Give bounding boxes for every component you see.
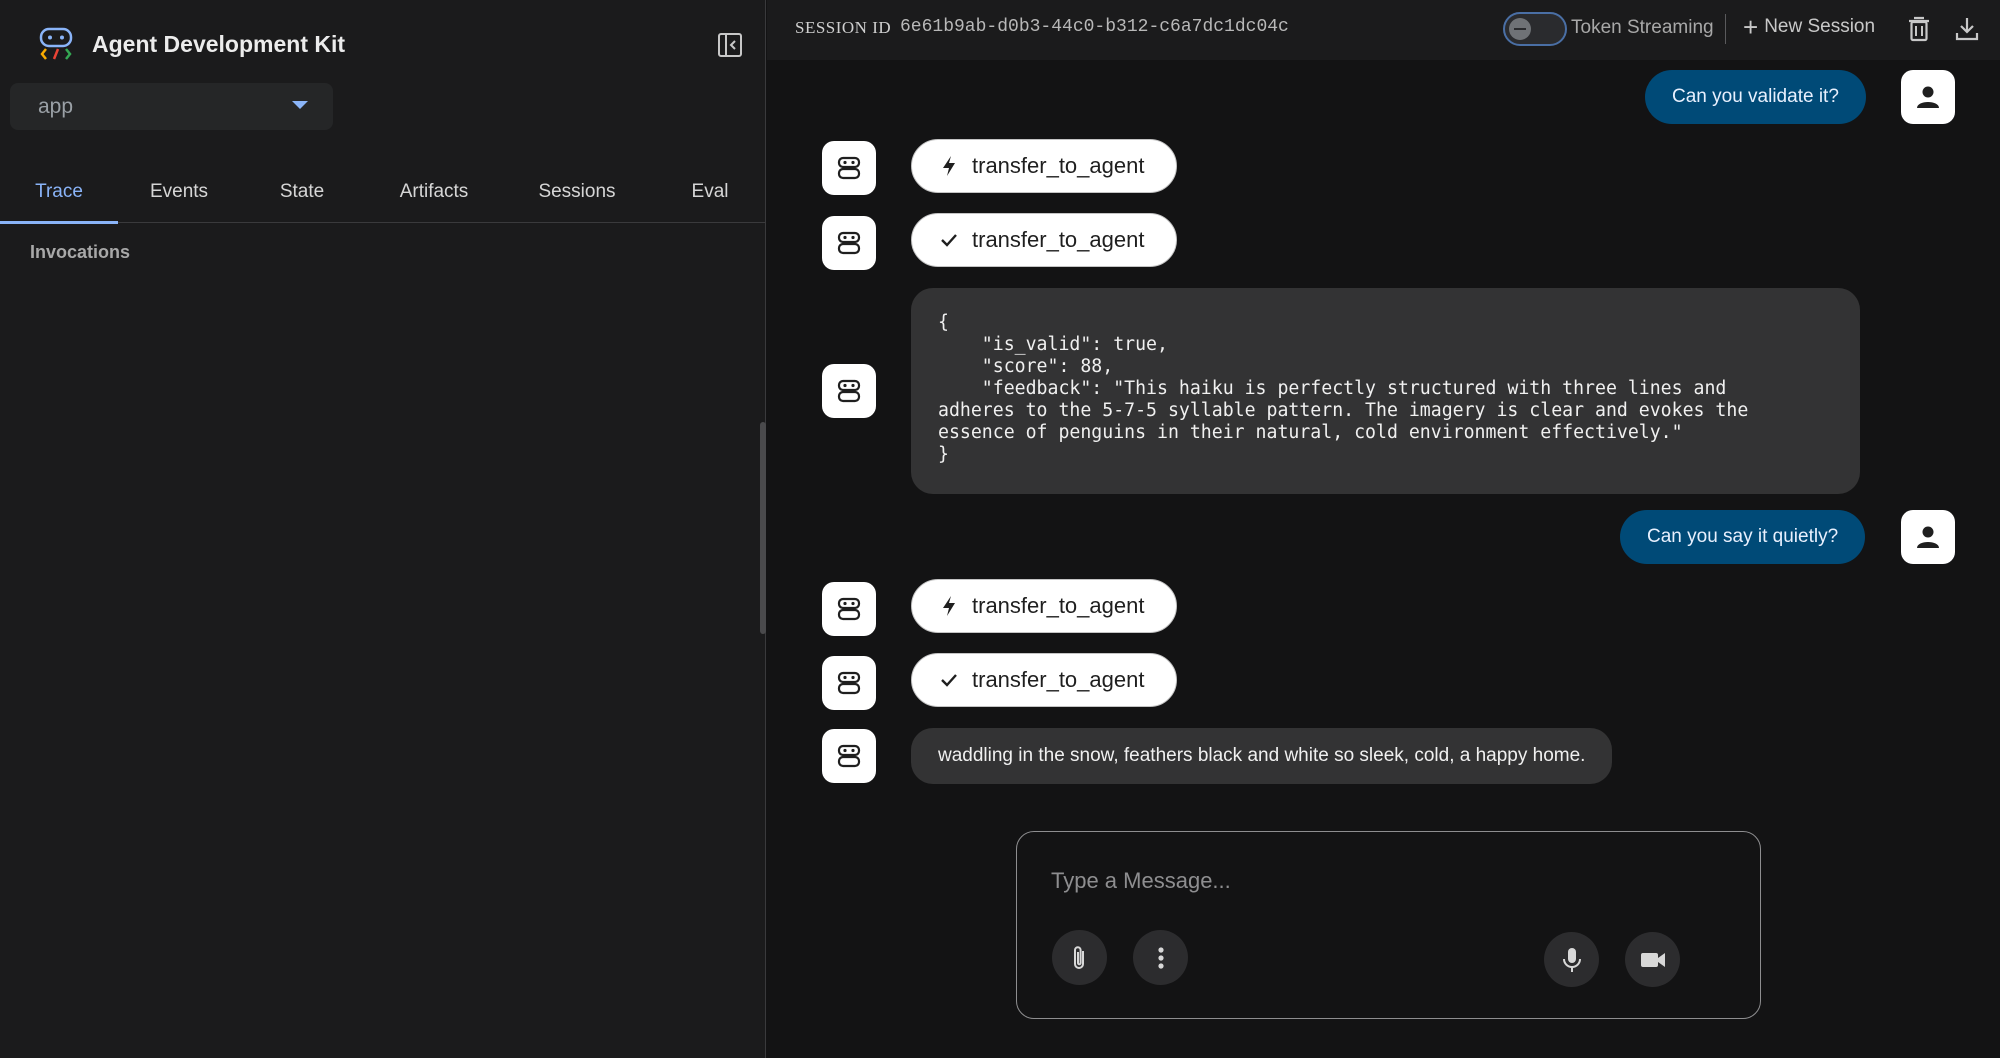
agent-avatar bbox=[822, 729, 876, 783]
person-icon bbox=[1917, 86, 1939, 108]
robot-icon bbox=[837, 597, 861, 621]
sidebar-tabs: Trace Events State Artifacts Sessions Ev… bbox=[0, 160, 766, 224]
chat-panel: SESSION ID 6e61b9ab-d0b3-44c0-b312-c6a7d… bbox=[767, 0, 2000, 1058]
more-options-button[interactable] bbox=[1133, 930, 1188, 985]
robot-icon bbox=[837, 671, 861, 695]
tab-sessions[interactable]: Sessions bbox=[504, 160, 650, 223]
robot-icon bbox=[837, 156, 861, 180]
session-toolbar: SESSION ID 6e61b9ab-d0b3-44c0-b312-c6a7d… bbox=[767, 0, 2000, 60]
token-streaming-label: Token Streaming bbox=[1571, 17, 1714, 38]
robot-icon bbox=[837, 231, 861, 255]
check-icon bbox=[938, 669, 960, 691]
sidebar: Agent Development Kit app Trace Events S… bbox=[0, 0, 766, 1058]
agent-avatar bbox=[822, 141, 876, 195]
robot-icon bbox=[837, 744, 861, 768]
plus-icon: + bbox=[1743, 12, 1759, 42]
more-vert-icon bbox=[1157, 946, 1164, 969]
sidebar-scrollbar[interactable] bbox=[760, 422, 766, 634]
agent-avatar bbox=[822, 656, 876, 710]
invocations-heading: Invocations bbox=[30, 242, 131, 262]
function-call-chip[interactable]: transfer_to_agent bbox=[911, 139, 1178, 193]
user-message: Can you validate it? bbox=[1645, 70, 1866, 124]
agent-json-response: { "is_valid": true, "score": 88, "feedba… bbox=[911, 288, 1860, 494]
tab-eval[interactable]: Eval bbox=[650, 160, 770, 223]
app-selector[interactable]: app bbox=[10, 83, 333, 130]
adk-logo-icon bbox=[39, 27, 73, 60]
user-avatar bbox=[1901, 70, 1955, 124]
agent-avatar bbox=[822, 364, 876, 418]
app-selector-value: app bbox=[38, 94, 74, 118]
bolt-icon bbox=[938, 155, 960, 177]
microphone-icon bbox=[1562, 947, 1581, 972]
agent-avatar bbox=[822, 582, 876, 636]
attach-button[interactable] bbox=[1052, 930, 1107, 985]
message-composer bbox=[1016, 831, 1761, 1019]
message-input[interactable] bbox=[1051, 868, 1651, 894]
paperclip-icon bbox=[1073, 945, 1084, 969]
json-response-text: { "is_valid": true, "score": 88, "feedba… bbox=[938, 312, 1749, 465]
check-icon bbox=[938, 229, 960, 251]
user-message: Can you say it quietly? bbox=[1620, 510, 1866, 564]
app-title: Agent Development Kit bbox=[92, 30, 346, 57]
session-id-label: SESSION ID bbox=[795, 18, 892, 37]
toolbar-divider bbox=[1725, 14, 1726, 44]
session-id-value: 6e61b9ab-d0b3-44c0-b312-c6a7dc1dc04c bbox=[900, 17, 1289, 37]
video-button[interactable] bbox=[1625, 932, 1680, 987]
new-session-label: New Session bbox=[1764, 16, 1876, 37]
user-avatar bbox=[1901, 510, 1955, 564]
videocam-icon bbox=[1640, 952, 1665, 967]
tab-trace[interactable]: Trace bbox=[0, 160, 118, 224]
microphone-button[interactable] bbox=[1544, 932, 1599, 987]
delete-session-icon[interactable] bbox=[1905, 14, 1933, 44]
tab-state[interactable]: State bbox=[240, 160, 364, 223]
person-icon bbox=[1917, 526, 1939, 548]
function-call-chip[interactable]: transfer_to_agent bbox=[911, 579, 1178, 633]
robot-icon bbox=[837, 379, 861, 403]
toggle-knob bbox=[1509, 18, 1531, 40]
function-result-chip[interactable]: transfer_to_agent bbox=[911, 213, 1178, 267]
agent-message: waddling in the snow, feathers black and… bbox=[911, 728, 1613, 784]
token-streaming-toggle[interactable] bbox=[1503, 12, 1567, 46]
tab-events[interactable]: Events bbox=[118, 160, 240, 223]
function-result-chip[interactable]: transfer_to_agent bbox=[911, 653, 1178, 707]
dropdown-caret-icon bbox=[292, 101, 308, 109]
collapse-sidebar-icon[interactable] bbox=[716, 31, 744, 59]
agent-avatar bbox=[822, 216, 876, 270]
new-session-button[interactable]: + New Session bbox=[1743, 12, 1876, 42]
bolt-icon bbox=[938, 595, 960, 617]
download-icon[interactable] bbox=[1953, 14, 1981, 44]
brand: Agent Development Kit bbox=[38, 26, 345, 62]
tab-artifacts[interactable]: Artifacts bbox=[364, 160, 504, 223]
